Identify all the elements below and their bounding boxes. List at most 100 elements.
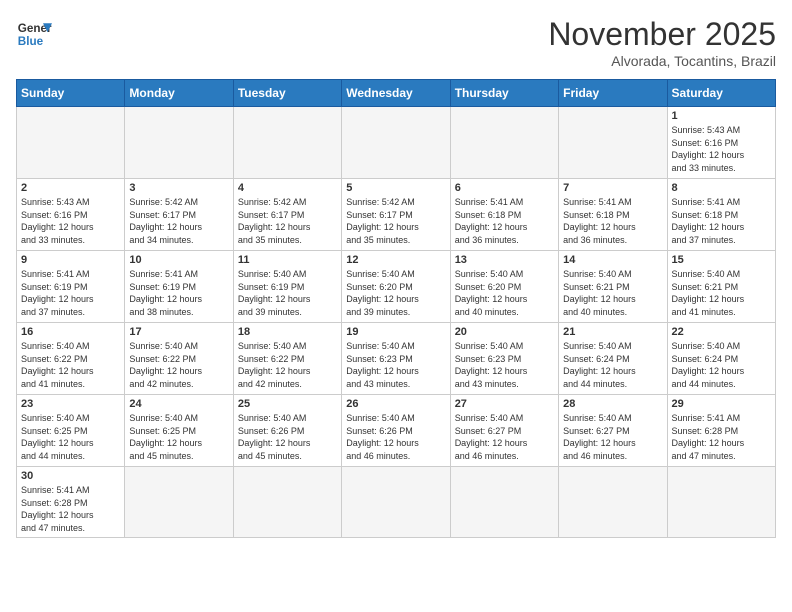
- day-number: 23: [21, 398, 120, 410]
- weekday-header: Tuesday: [233, 80, 341, 107]
- calendar-cell: 16 Sunrise: 5:40 AM Sunset: 6:22 PM Dayli…: [17, 323, 125, 395]
- day-number: 21: [563, 326, 662, 338]
- day-number: 1: [672, 110, 771, 122]
- week-row: 9Sunrise: 5:41 AM Sunset: 6:19 PM Daylig…: [17, 251, 776, 323]
- calendar-cell: [559, 467, 667, 538]
- day-number: 14: [563, 254, 662, 266]
- calendar-cell: [17, 107, 125, 179]
- week-row: 30Sunrise: 5:41 AM Sunset: 6:28 PM Dayli…: [17, 467, 776, 538]
- day-info: Sunrise: 5:40 AM Sunset: 6:20 PM Dayligh…: [346, 268, 445, 318]
- calendar-cell: 2 Sunrise: 5:43 AM Sunset: 6:16 PM Daylig…: [17, 179, 125, 251]
- day-number: 19: [346, 326, 445, 338]
- week-row: 23 Sunrise: 5:40 AM Sunset: 6:25 PM Dayli…: [17, 395, 776, 467]
- week-row: 16 Sunrise: 5:40 AM Sunset: 6:22 PM Dayli…: [17, 323, 776, 395]
- day-number: 6: [455, 182, 554, 194]
- calendar-cell: 27Sunrise: 5:40 AM Sunset: 6:27 PM Dayli…: [450, 395, 558, 467]
- day-number: 11: [238, 254, 337, 266]
- day-number: 16: [21, 326, 120, 338]
- day-number: 20: [455, 326, 554, 338]
- logo: General Blue: [16, 16, 52, 52]
- calendar-cell: [233, 467, 341, 538]
- day-number: 25: [238, 398, 337, 410]
- calendar-cell: 28 Sunrise: 5:40 AM Sunset: 6:27 PM Dayli…: [559, 395, 667, 467]
- header: General Blue November 2025 Alvorada, Toc…: [16, 16, 776, 69]
- day-number: 29: [672, 398, 771, 410]
- calendar-cell: 25Sunrise: 5:40 AM Sunset: 6:26 PM Dayli…: [233, 395, 341, 467]
- day-info: Sunrise: 5:40 AM Sunset: 6:21 PM Dayligh…: [563, 268, 662, 318]
- calendar-cell: 5Sunrise: 5:42 AM Sunset: 6:17 PM Daylig…: [342, 179, 450, 251]
- day-number: 5: [346, 182, 445, 194]
- calendar-cell: 21 Sunrise: 5:40 AM Sunset: 6:24 PM Dayli…: [559, 323, 667, 395]
- title-area: November 2025 Alvorada, Tocantins, Brazi…: [548, 16, 776, 69]
- day-number: 12: [346, 254, 445, 266]
- day-info: Sunrise: 5:40 AM Sunset: 6:24 PM Dayligh…: [672, 340, 771, 390]
- day-number: 2: [21, 182, 120, 194]
- day-info: Sunrise: 5:43 AM Sunset: 6:16 PM Dayligh…: [21, 196, 120, 246]
- calendar-cell: 14 Sunrise: 5:40 AM Sunset: 6:21 PM Dayli…: [559, 251, 667, 323]
- day-number: 8: [672, 182, 771, 194]
- day-info: Sunrise: 5:40 AM Sunset: 6:19 PM Dayligh…: [238, 268, 337, 318]
- calendar-cell: 11 Sunrise: 5:40 AM Sunset: 6:19 PM Dayli…: [233, 251, 341, 323]
- calendar-cell: 12 Sunrise: 5:40 AM Sunset: 6:20 PM Dayli…: [342, 251, 450, 323]
- calendar-cell: 8Sunrise: 5:41 AM Sunset: 6:18 PM Daylig…: [667, 179, 775, 251]
- calendar-cell: 10Sunrise: 5:41 AM Sunset: 6:19 PM Dayli…: [125, 251, 233, 323]
- day-number: 13: [455, 254, 554, 266]
- calendar-cell: 19 Sunrise: 5:40 AM Sunset: 6:23 PM Dayli…: [342, 323, 450, 395]
- weekday-header: Sunday: [17, 80, 125, 107]
- calendar-cell: [125, 467, 233, 538]
- day-info: Sunrise: 5:40 AM Sunset: 6:25 PM Dayligh…: [21, 412, 120, 462]
- day-number: 18: [238, 326, 337, 338]
- day-number: 22: [672, 326, 771, 338]
- calendar-cell: 29 Sunrise: 5:41 AM Sunset: 6:28 PM Dayli…: [667, 395, 775, 467]
- day-info: Sunrise: 5:41 AM Sunset: 6:19 PM Dayligh…: [21, 268, 120, 318]
- calendar-cell: 23 Sunrise: 5:40 AM Sunset: 6:25 PM Dayli…: [17, 395, 125, 467]
- day-info: Sunrise: 5:40 AM Sunset: 6:23 PM Dayligh…: [346, 340, 445, 390]
- day-info: Sunrise: 5:40 AM Sunset: 6:22 PM Dayligh…: [238, 340, 337, 390]
- calendar-table: SundayMondayTuesdayWednesdayThursdayFrid…: [16, 79, 776, 538]
- day-info: Sunrise: 5:40 AM Sunset: 6:22 PM Dayligh…: [21, 340, 120, 390]
- day-info: Sunrise: 5:40 AM Sunset: 6:26 PM Dayligh…: [346, 412, 445, 462]
- day-number: 24: [129, 398, 228, 410]
- calendar-cell: 26 Sunrise: 5:40 AM Sunset: 6:26 PM Dayli…: [342, 395, 450, 467]
- week-row: 1 Sunrise: 5:43 AM Sunset: 6:16 PM Daylig…: [17, 107, 776, 179]
- calendar-cell: 13 Sunrise: 5:40 AM Sunset: 6:20 PM Dayli…: [450, 251, 558, 323]
- logo-icon: General Blue: [16, 16, 52, 52]
- day-info: Sunrise: 5:40 AM Sunset: 6:24 PM Dayligh…: [563, 340, 662, 390]
- svg-text:Blue: Blue: [18, 35, 44, 48]
- day-info: Sunrise: 5:41 AM Sunset: 6:18 PM Dayligh…: [455, 196, 554, 246]
- calendar-cell: 6 Sunrise: 5:41 AM Sunset: 6:18 PM Daylig…: [450, 179, 558, 251]
- calendar-cell: [450, 467, 558, 538]
- weekday-header: Monday: [125, 80, 233, 107]
- calendar-cell: [342, 107, 450, 179]
- day-number: 30: [21, 470, 120, 482]
- day-info: Sunrise: 5:40 AM Sunset: 6:25 PM Dayligh…: [129, 412, 228, 462]
- calendar-cell: [125, 107, 233, 179]
- day-info: Sunrise: 5:41 AM Sunset: 6:18 PM Dayligh…: [563, 196, 662, 246]
- calendar-cell: 20Sunrise: 5:40 AM Sunset: 6:23 PM Dayli…: [450, 323, 558, 395]
- calendar-title: November 2025: [548, 16, 776, 53]
- calendar-cell: [559, 107, 667, 179]
- day-number: 15: [672, 254, 771, 266]
- day-info: Sunrise: 5:40 AM Sunset: 6:21 PM Dayligh…: [672, 268, 771, 318]
- day-number: 27: [455, 398, 554, 410]
- weekday-header: Friday: [559, 80, 667, 107]
- weekday-header-row: SundayMondayTuesdayWednesdayThursdayFrid…: [17, 80, 776, 107]
- day-info: Sunrise: 5:40 AM Sunset: 6:22 PM Dayligh…: [129, 340, 228, 390]
- day-number: 17: [129, 326, 228, 338]
- calendar-cell: 9Sunrise: 5:41 AM Sunset: 6:19 PM Daylig…: [17, 251, 125, 323]
- calendar-cell: 22 Sunrise: 5:40 AM Sunset: 6:24 PM Dayli…: [667, 323, 775, 395]
- calendar-cell: [342, 467, 450, 538]
- day-info: Sunrise: 5:40 AM Sunset: 6:27 PM Dayligh…: [563, 412, 662, 462]
- day-number: 28: [563, 398, 662, 410]
- calendar-cell: 30Sunrise: 5:41 AM Sunset: 6:28 PM Dayli…: [17, 467, 125, 538]
- calendar-cell: [450, 107, 558, 179]
- calendar-cell: 15 Sunrise: 5:40 AM Sunset: 6:21 PM Dayli…: [667, 251, 775, 323]
- calendar-cell: [233, 107, 341, 179]
- calendar-subtitle: Alvorada, Tocantins, Brazil: [548, 53, 776, 69]
- day-info: Sunrise: 5:43 AM Sunset: 6:16 PM Dayligh…: [672, 124, 771, 174]
- day-number: 26: [346, 398, 445, 410]
- day-info: Sunrise: 5:40 AM Sunset: 6:20 PM Dayligh…: [455, 268, 554, 318]
- calendar-cell: 1 Sunrise: 5:43 AM Sunset: 6:16 PM Daylig…: [667, 107, 775, 179]
- day-info: Sunrise: 5:41 AM Sunset: 6:28 PM Dayligh…: [672, 412, 771, 462]
- calendar-cell: [667, 467, 775, 538]
